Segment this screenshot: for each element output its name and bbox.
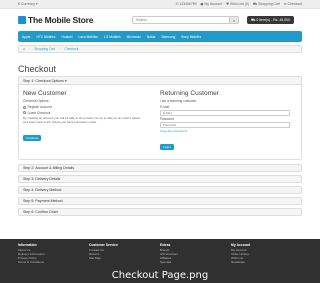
- step-6-heading[interactable]: Step 6: Confirm Order: [18, 207, 302, 216]
- my-account-label: My Account: [204, 2, 222, 6]
- share-icon: ➦: [283, 2, 287, 6]
- account-benefits-text: By creating an account you will be able …: [23, 116, 141, 124]
- step-2-heading[interactable]: Step 2: Account & Billing Details: [18, 163, 302, 172]
- cart-button[interactable]: ⛟ 0 item(s) - Rs. 45,000: [247, 16, 294, 24]
- footer-link[interactable]: Newsletter: [231, 260, 302, 265]
- menu-item-apple[interactable]: Apple: [22, 35, 30, 39]
- heart-icon: ♥: [225, 2, 230, 6]
- header: The Mobile Store ⌕ ⛟ 0 item(s) - Rs. 45,…: [0, 9, 320, 31]
- store-logo[interactable]: The Mobile Store: [18, 15, 116, 25]
- wish-list-link[interactable]: ♥ Wish List (0): [226, 2, 249, 6]
- my-account-link[interactable]: ● My Account: [200, 2, 222, 6]
- forgotten-password-link[interactable]: Forgotten Password: [160, 129, 297, 133]
- footer-link[interactable]: Specials: [160, 260, 231, 265]
- top-links: ✆ 123456789 ● My Account ♥ Wish List (0) ⛟ S…: [176, 2, 302, 7]
- category-menu: Apple HTC Mobiles Huawei Lava Mobiles LG…: [18, 31, 302, 42]
- menu-item-lava[interactable]: Lava Mobiles: [79, 35, 98, 39]
- checkout-options-label: Checkout Options:: [23, 99, 50, 103]
- breadcrumb-separator: ›: [29, 47, 31, 51]
- footer-heading: Extras: [160, 243, 171, 247]
- new-customer-section: New Customer Checkout Options: Register …: [23, 90, 160, 153]
- menu-item-htc[interactable]: HTC Mobiles: [36, 35, 55, 39]
- register-account-radio[interactable]: Register Account: [23, 105, 160, 109]
- step-1-body: New Customer Checkout Options: Register …: [19, 85, 301, 159]
- login-button[interactable]: Login: [160, 143, 174, 150]
- cart-total: 0 item(s) - Rs. 45,000: [256, 18, 291, 22]
- search-input[interactable]: [132, 16, 230, 24]
- checkout-options-panel: Step 1: Checkout Options ▾ New Customer …: [18, 76, 302, 160]
- breadcrumb-checkout[interactable]: Checkout: [64, 47, 78, 51]
- top-bar: € Currency ▾ ✆ 123456789 ● My Account ♥ Wis…: [0, 0, 320, 9]
- menu-item-micromax[interactable]: Micromax: [127, 35, 141, 39]
- password-field[interactable]: [160, 122, 290, 128]
- phone-icon: ✆: [175, 2, 179, 6]
- currency-dropdown[interactable]: € Currency ▾: [18, 2, 38, 6]
- step-3-heading[interactable]: Step 3: Delivery Details: [18, 174, 302, 183]
- continue-button[interactable]: Continue: [23, 135, 42, 141]
- phone-link[interactable]: ✆ 123456789: [176, 2, 197, 6]
- breadcrumb-separator: ›: [59, 47, 61, 51]
- footer-link[interactable]: Terms & Conditions: [18, 260, 89, 265]
- returning-customer-subtitle: I am a returning customer: [160, 99, 197, 103]
- footer-heading: My Account: [231, 243, 251, 247]
- currency-icon: €: [18, 2, 21, 6]
- radio-empty-icon: [23, 111, 26, 114]
- cart-icon: ⛟: [250, 17, 256, 22]
- menu-item-samsung[interactable]: Samsung: [161, 35, 175, 39]
- wish-list-label: Wish List (0): [230, 2, 249, 6]
- search-icon: ⌕: [232, 17, 236, 23]
- footer-link[interactable]: Site Map: [89, 256, 160, 261]
- breadcrumb-shopping-cart[interactable]: Shopping Cart: [34, 47, 55, 51]
- page-title: Checkout: [18, 64, 57, 74]
- password-label: Password: [160, 117, 174, 121]
- shopping-cart-link[interactable]: ⛟ Shopping Cart: [253, 2, 280, 7]
- radio-selected-icon: [23, 105, 26, 109]
- checkout-steps: Step 2: Account & Billing Details Step 3…: [18, 163, 302, 216]
- email-label: E-Mail: [160, 105, 170, 109]
- checkout-label: Checkout: [287, 2, 302, 6]
- image-caption: Checkout Page.png: [111, 270, 209, 281]
- home-icon[interactable]: ⌂: [23, 47, 25, 51]
- step-5-heading[interactable]: Step 5: Payment Method: [18, 196, 302, 205]
- footer-heading: Customer Service: [89, 243, 118, 247]
- step-4-heading[interactable]: Step 4: Delivery Method: [18, 185, 302, 194]
- cart-icon: ⛟: [252, 1, 258, 6]
- phone-label: 123456789: [179, 2, 197, 6]
- step-1-heading[interactable]: Step 1: Checkout Options ▾: [19, 77, 301, 85]
- guest-checkout-radio[interactable]: Guest Checkout: [23, 111, 160, 115]
- logo-text: The Mobile Store: [28, 15, 94, 25]
- menu-item-nokia[interactable]: Nokia: [147, 35, 155, 39]
- returning-customer-section: Returning Customer I am a returning cust…: [160, 90, 297, 153]
- new-customer-title: New Customer: [23, 90, 67, 97]
- footer-heading: Information: [18, 243, 37, 247]
- search-box: ⌕: [132, 16, 239, 24]
- checkout-link[interactable]: ➦ Checkout: [284, 2, 302, 6]
- breadcrumb: ⌂ › Shopping Cart › Checkout: [18, 45, 302, 53]
- menu-item-lg[interactable]: LG Mobiles: [104, 35, 121, 39]
- search-button[interactable]: ⌕: [230, 16, 239, 24]
- guest-checkout-label: Guest Checkout: [27, 110, 51, 115]
- menu-item-huawei[interactable]: Huawei: [62, 35, 73, 39]
- register-account-label: Register Account: [27, 105, 52, 109]
- menu-item-sony[interactable]: Sony Mobiles: [181, 35, 201, 39]
- logo-icon: [18, 16, 26, 24]
- email-field[interactable]: [160, 110, 290, 116]
- shopping-cart-label: Shopping Cart: [258, 2, 280, 6]
- returning-customer-title: Returning Customer: [160, 90, 220, 97]
- chevron-down-icon: ▾: [35, 2, 38, 6]
- user-icon: ●: [200, 2, 204, 6]
- currency-label: Currency: [21, 2, 35, 6]
